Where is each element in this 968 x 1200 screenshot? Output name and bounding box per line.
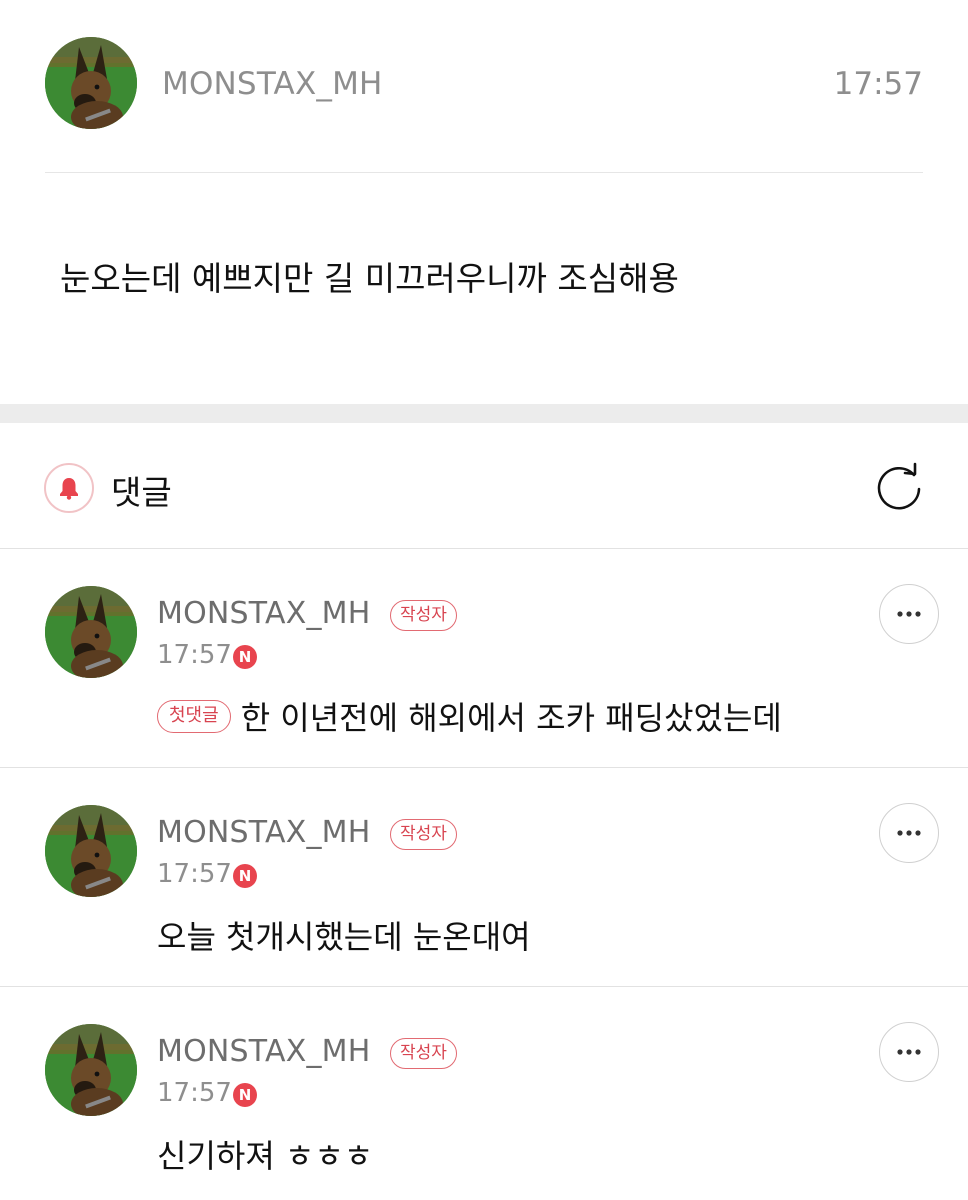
comment-author[interactable]: MONSTAX_MH bbox=[157, 596, 371, 631]
comment-text: 오늘 첫개시했는데 눈온대여 bbox=[157, 918, 531, 956]
comment-item: MONSTAX_MH 작성자 17:57 N 첫댓글 한 이년전에 해외에서 조… bbox=[0, 549, 968, 768]
comment-body: 신기하져 ㅎㅎㅎ bbox=[157, 1131, 373, 1177]
comment-author[interactable]: MONSTAX_MH bbox=[157, 815, 371, 850]
writer-badge: 작성자 bbox=[390, 600, 457, 631]
comment-time: 17:57 bbox=[157, 640, 232, 670]
divider bbox=[45, 172, 923, 173]
more-options-button[interactable] bbox=[879, 584, 939, 644]
more-dots-icon bbox=[897, 611, 921, 617]
writer-badge: 작성자 bbox=[390, 1038, 457, 1069]
notification-toggle[interactable] bbox=[44, 463, 94, 513]
section-separator bbox=[0, 404, 968, 423]
refresh-icon bbox=[877, 462, 921, 510]
new-badge: N bbox=[233, 645, 257, 669]
more-dots-icon bbox=[897, 1049, 921, 1055]
avatar[interactable] bbox=[45, 1024, 137, 1116]
post-page: MONSTAX_MH 17:57 눈오는데 예쁘지만 길 미끄러우니까 조심해용… bbox=[0, 0, 968, 1200]
avatar[interactable] bbox=[45, 37, 137, 129]
comment-author[interactable]: MONSTAX_MH bbox=[157, 1034, 371, 1069]
refresh-button[interactable] bbox=[874, 461, 926, 513]
avatar[interactable] bbox=[45, 586, 137, 678]
comment-text: 한 이년전에 해외에서 조카 패딩샀었는데 bbox=[240, 699, 782, 737]
comment-body: 첫댓글 한 이년전에 해외에서 조카 패딩샀었는데 bbox=[157, 693, 782, 739]
comment-text: 신기하져 ㅎㅎㅎ bbox=[157, 1137, 374, 1175]
new-badge: N bbox=[233, 864, 257, 888]
comment-time: 17:57 bbox=[157, 859, 232, 889]
writer-badge: 작성자 bbox=[390, 819, 457, 850]
post-body: 눈오는데 예쁘지만 길 미끄러우니까 조심해용 bbox=[60, 259, 679, 298]
dog-avatar-image bbox=[45, 805, 137, 897]
dog-avatar-image bbox=[45, 1024, 137, 1116]
bell-icon bbox=[60, 478, 78, 500]
new-badge: N bbox=[233, 1083, 257, 1107]
comment-time: 17:57 bbox=[157, 1078, 232, 1108]
comment-item: MONSTAX_MH 작성자 17:57 N 오늘 첫개시했는데 눈온대여 bbox=[0, 768, 968, 987]
more-dots-icon bbox=[897, 830, 921, 836]
first-comment-badge: 첫댓글 bbox=[157, 699, 231, 733]
dog-avatar-image bbox=[45, 37, 137, 129]
avatar[interactable] bbox=[45, 805, 137, 897]
post-time: 17:57 bbox=[833, 66, 923, 102]
dog-avatar-image bbox=[45, 586, 137, 678]
comment-body: 오늘 첫개시했는데 눈온대여 bbox=[157, 912, 531, 958]
comments-title: 댓글 bbox=[111, 473, 172, 512]
more-options-button[interactable] bbox=[879, 1022, 939, 1082]
comment-item: MONSTAX_MH 작성자 17:57 N 신기하져 ㅎㅎㅎ bbox=[0, 987, 968, 1200]
post-author[interactable]: MONSTAX_MH bbox=[162, 66, 383, 102]
more-options-button[interactable] bbox=[879, 803, 939, 863]
